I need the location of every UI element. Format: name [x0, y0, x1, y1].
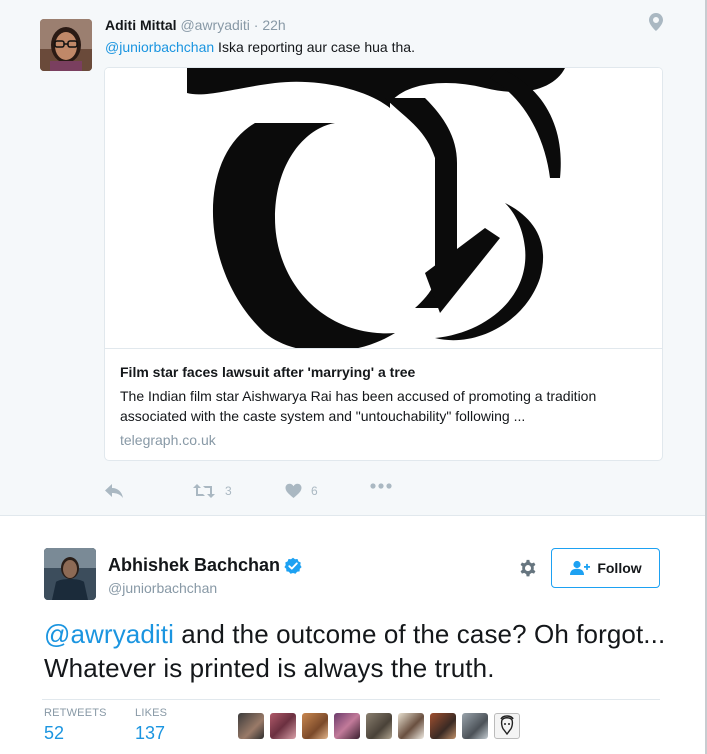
divider — [42, 699, 660, 700]
retweet-button[interactable]: 3 — [192, 483, 232, 499]
reply-button[interactable] — [104, 483, 124, 499]
liker-avatar[interactable] — [398, 713, 424, 739]
reply-icon — [105, 484, 123, 498]
author-handle[interactable]: @awryaditi — [180, 17, 249, 33]
tweet-actions: 3 6 — [104, 483, 504, 503]
card-body: Film star faces lawsuit after 'marrying'… — [105, 348, 662, 460]
avatar[interactable] — [40, 19, 92, 71]
author-name[interactable]: Aditi Mittal — [105, 17, 177, 33]
main-tweet: Abhishek Bachchan @juniorbachchan Follow… — [0, 516, 705, 754]
card-description: The Indian film star Aishwarya Rai has b… — [120, 388, 597, 424]
card-image[interactable] — [105, 68, 662, 348]
mention-link[interactable]: @awryaditi — [44, 619, 174, 649]
like-button[interactable]: 6 — [285, 483, 318, 499]
likes-label: LIKES — [135, 707, 168, 719]
add-user-icon — [570, 560, 591, 575]
separator: · — [253, 17, 259, 33]
liker-avatar[interactable] — [366, 713, 392, 739]
avatar[interactable] — [44, 548, 96, 600]
reply-header: Aditi Mittal @awryaditi · 22h — [105, 17, 286, 33]
liker-avatar[interactable] — [334, 713, 360, 739]
author-handle[interactable]: @juniorbachchan — [108, 580, 217, 596]
more-icon — [370, 483, 392, 489]
retweet-count: 3 — [225, 484, 232, 498]
liker-avatar[interactable] — [430, 713, 456, 739]
liker-avatar[interactable] — [494, 713, 520, 739]
like-count: 6 — [311, 484, 318, 498]
author-name[interactable]: Abhishek Bachchan — [108, 555, 280, 576]
verified-badge-icon — [284, 557, 302, 574]
liker-avatar[interactable] — [302, 713, 328, 739]
card-title[interactable]: Film star faces lawsuit after 'marrying'… — [120, 363, 647, 381]
likes-stat[interactable]: LIKES 137 — [135, 707, 167, 744]
reply-tweet: Aditi Mittal @awryaditi · 22h @juniorbac… — [0, 0, 705, 516]
timestamp[interactable]: 22h — [262, 17, 285, 33]
tweet-text: @awryaditi and the outcome of the case? … — [44, 617, 684, 685]
heart-icon — [285, 483, 302, 498]
likes-value: 137 — [135, 723, 166, 743]
follow-button[interactable]: Follow — [551, 548, 660, 588]
liker-avatar[interactable] — [270, 713, 296, 739]
follow-label: Follow — [597, 560, 642, 576]
card-domain[interactable]: telegraph.co.uk — [120, 432, 647, 448]
author-name-row: Abhishek Bachchan — [108, 555, 302, 576]
more-button[interactable] — [370, 483, 392, 489]
retweets-value: 52 — [44, 723, 65, 743]
link-card[interactable]: Film star faces lawsuit after 'marrying'… — [104, 67, 663, 461]
location-pin-icon[interactable] — [649, 13, 663, 31]
retweets-stat[interactable]: RETWEETS 52 — [44, 707, 107, 744]
sketch-face-icon — [500, 715, 514, 736]
retweets-label: RETWEETS — [44, 707, 107, 719]
tweet-text-body: Iska reporting aur case hua tha. — [214, 39, 415, 55]
liker-avatars — [238, 713, 526, 739]
liker-avatar[interactable] — [462, 713, 488, 739]
liker-avatar[interactable] — [238, 713, 264, 739]
tweet-text: @juniorbachchan Iska reporting aur case … — [105, 39, 415, 55]
gear-icon[interactable] — [517, 558, 539, 580]
mention-link[interactable]: @juniorbachchan — [105, 39, 214, 55]
telegraph-logo-image — [105, 68, 662, 348]
retweet-icon — [193, 484, 215, 498]
